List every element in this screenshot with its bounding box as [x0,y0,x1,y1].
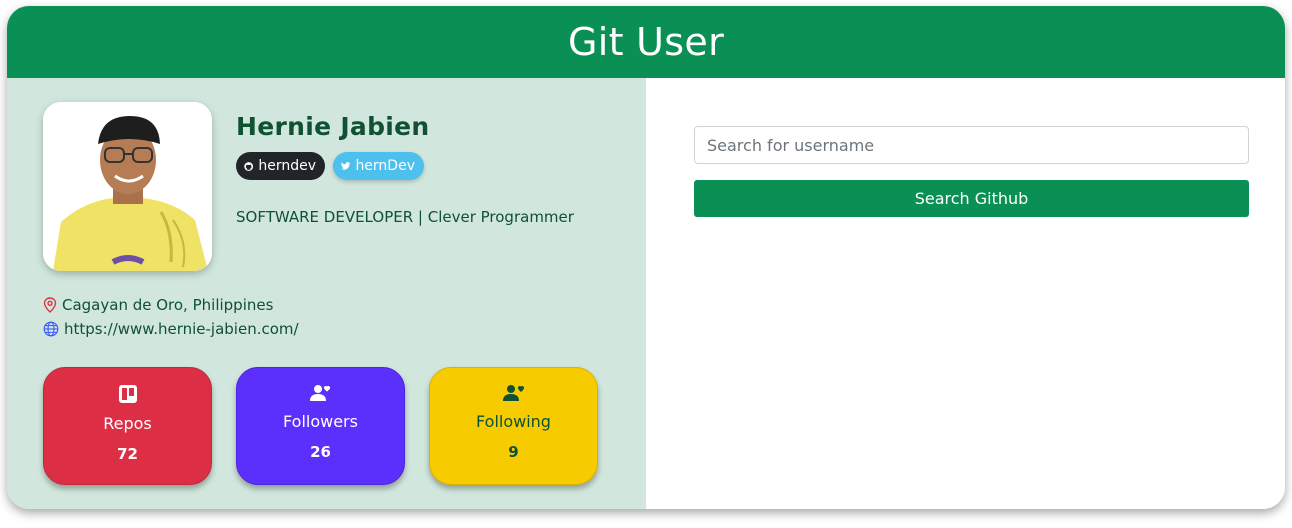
username-search-input[interactable] [694,126,1249,164]
search-panel: Search Github [646,78,1285,509]
twitter-icon [341,162,351,170]
location-text: Cagayan de Oro, Philippines [62,296,274,314]
twitter-badge[interactable]: hernDev [333,152,424,180]
following-label: Following [476,412,551,431]
followers-count: 26 [310,443,331,461]
repos-stat-card: Repos 72 [43,367,212,485]
following-stat-card: Following 9 [429,367,598,485]
github-badge-label: herndev [258,158,316,174]
user-photo-icon [43,102,212,271]
app-header: Git User [7,6,1285,78]
app-title: Git User [568,20,724,64]
website-link[interactable]: https://www.hernie-jabien.com/ [64,320,299,338]
repos-count: 72 [117,445,138,463]
user-name: Hernie Jabien [236,112,430,141]
repos-label: Repos [103,414,152,433]
location-row: Cagayan de Oro, Philippines [43,296,273,314]
git-user-card: Git User Hernie Jabien herndev hernDev S… [7,6,1285,509]
avatar [43,102,212,271]
following-icon [502,385,524,401]
globe-icon [43,321,59,337]
search-github-button[interactable]: Search Github [694,180,1249,217]
github-badge[interactable]: herndev [236,152,325,180]
user-bio: SOFTWARE DEVELOPER | Clever Programmer [236,208,574,226]
followers-icon [309,385,330,401]
profile-panel: Hernie Jabien herndev hernDev SOFTWARE D… [7,78,646,509]
following-count: 9 [508,443,519,461]
followers-label: Followers [283,412,358,431]
followers-stat-card: Followers 26 [236,367,405,485]
location-pin-icon [43,297,57,313]
repo-icon [118,385,137,403]
twitter-badge-label: hernDev [355,158,415,174]
github-icon [244,161,254,171]
website-row[interactable]: https://www.hernie-jabien.com/ [43,320,299,338]
